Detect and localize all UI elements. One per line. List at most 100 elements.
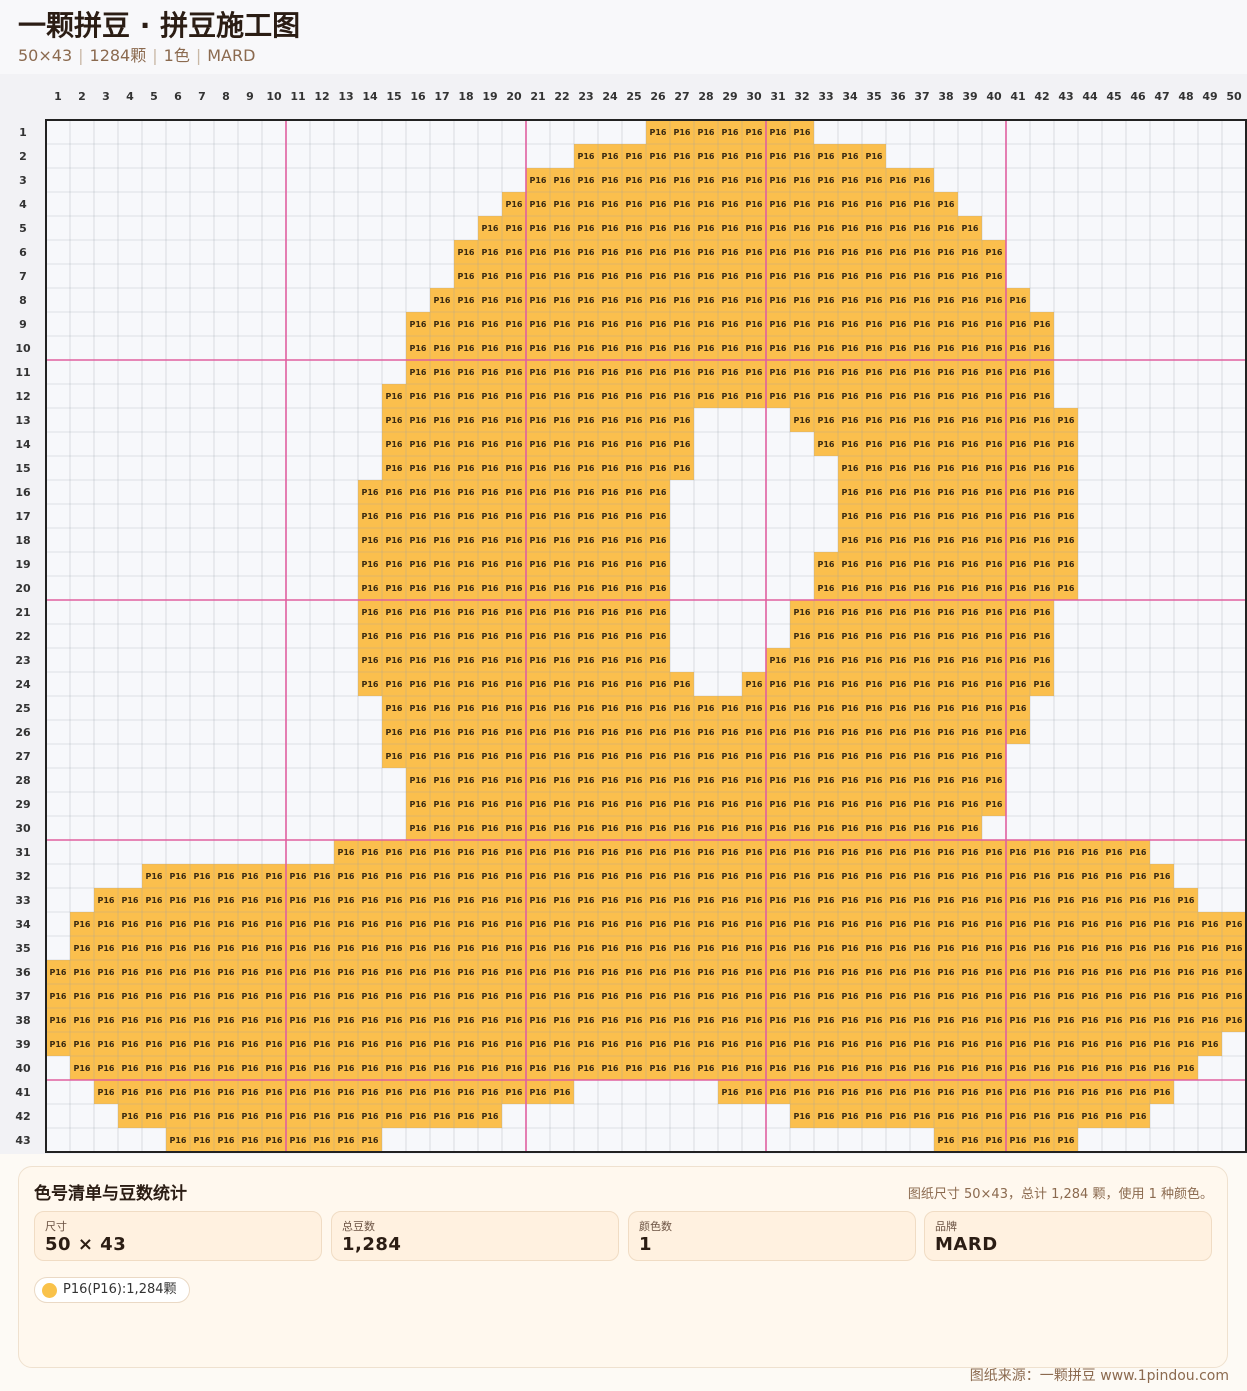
row-number: 11 bbox=[15, 366, 30, 379]
bead-code-label: P16 bbox=[578, 200, 595, 209]
bead-code-label: P16 bbox=[722, 176, 739, 185]
bead-code-label: P16 bbox=[170, 992, 187, 1001]
bead-code-label: P16 bbox=[794, 1040, 811, 1049]
bead-code-label: P16 bbox=[530, 1040, 547, 1049]
bead-code-label: P16 bbox=[818, 896, 835, 905]
bead-code-label: P16 bbox=[314, 1112, 331, 1121]
bead-code-label: P16 bbox=[1034, 944, 1051, 953]
bead-code-label: P16 bbox=[986, 1064, 1003, 1073]
bead-code-label: P16 bbox=[938, 296, 955, 305]
bead-grid[interactable]: 1 2 3 4 5 6 7 8 9 10 11 12 13 14 15 16 17 18 19 20 21 22 23 24 2… bbox=[0, 74, 1247, 1154]
bead-code-label: P16 bbox=[818, 968, 835, 977]
bead-code-label: P16 bbox=[362, 1016, 379, 1025]
bead-code-label: P16 bbox=[506, 560, 523, 569]
color-legend-chip[interactable]: P16(P16):1,284颗 bbox=[34, 1277, 190, 1303]
column-number: 48 bbox=[1178, 90, 1193, 103]
bead-code-label: P16 bbox=[986, 320, 1003, 329]
bead-code-label: P16 bbox=[578, 440, 595, 449]
bead-code-label: P16 bbox=[506, 512, 523, 521]
bead-code-label: P16 bbox=[266, 944, 283, 953]
bead-code-label: P16 bbox=[506, 536, 523, 545]
bead-code-label: P16 bbox=[434, 656, 451, 665]
bead-code-label: P16 bbox=[266, 1088, 283, 1097]
row-number: 34 bbox=[15, 918, 31, 931]
bead-code-label: P16 bbox=[626, 560, 643, 569]
bead-code-label: P16 bbox=[1106, 1088, 1123, 1097]
bead-code-label: P16 bbox=[986, 272, 1003, 281]
bead-code-label: P16 bbox=[866, 368, 883, 377]
bead-code-label: P16 bbox=[386, 680, 403, 689]
bead-code-label: P16 bbox=[458, 776, 475, 785]
bead-code-label: P16 bbox=[266, 968, 283, 977]
bead-code-label: P16 bbox=[818, 752, 835, 761]
bead-code-label: P16 bbox=[914, 992, 931, 1001]
bead-code-label: P16 bbox=[602, 632, 619, 641]
bead-code-label: P16 bbox=[458, 968, 475, 977]
bead-code-label: P16 bbox=[650, 200, 667, 209]
bead-code-label: P16 bbox=[866, 416, 883, 425]
bead-code-label: P16 bbox=[962, 464, 979, 473]
bead-code-label: P16 bbox=[506, 1064, 523, 1073]
bead-code-label: P16 bbox=[866, 1040, 883, 1049]
bead-code-label: P16 bbox=[1010, 344, 1027, 353]
stat-size: 尺寸 50 × 43 bbox=[34, 1211, 322, 1261]
bead-code-label: P16 bbox=[122, 1112, 139, 1121]
bead-code-label: P16 bbox=[722, 224, 739, 233]
bead-code-label: P16 bbox=[866, 992, 883, 1001]
bead-code-label: P16 bbox=[818, 224, 835, 233]
bead-code-label: P16 bbox=[314, 872, 331, 881]
bead-code-label: P16 bbox=[626, 992, 643, 1001]
bead-code-label: P16 bbox=[362, 560, 379, 569]
bead-code-label: P16 bbox=[602, 440, 619, 449]
bead-code-label: P16 bbox=[626, 800, 643, 809]
bead-code-label: P16 bbox=[578, 992, 595, 1001]
bead-code-label: P16 bbox=[626, 176, 643, 185]
bead-code-label: P16 bbox=[746, 824, 763, 833]
meta-bead-count: 1284颗 bbox=[89, 46, 147, 65]
bead-code-label: P16 bbox=[1058, 944, 1075, 953]
bead-code-label: P16 bbox=[1130, 896, 1147, 905]
meta-brand: MARD bbox=[207, 46, 256, 65]
bead-code-label: P16 bbox=[746, 896, 763, 905]
bead-code-label: P16 bbox=[914, 848, 931, 857]
bead-code-label: P16 bbox=[650, 896, 667, 905]
bead-code-label: P16 bbox=[122, 992, 139, 1001]
bead-code-label: P16 bbox=[650, 224, 667, 233]
bead-code-label: P16 bbox=[674, 992, 691, 1001]
bead-code-label: P16 bbox=[1202, 992, 1219, 1001]
bead-code-label: P16 bbox=[482, 992, 499, 1001]
bead-code-label: P16 bbox=[866, 296, 883, 305]
bead-code-label: P16 bbox=[1010, 872, 1027, 881]
bead-code-label: P16 bbox=[818, 152, 835, 161]
bead-code-label: P16 bbox=[1058, 584, 1075, 593]
bead-code-label: P16 bbox=[794, 296, 811, 305]
bead-code-label: P16 bbox=[1058, 920, 1075, 929]
bead-code-label: P16 bbox=[890, 944, 907, 953]
bead-code-label: P16 bbox=[314, 968, 331, 977]
bead-code-label: P16 bbox=[410, 896, 427, 905]
bead-code-label: P16 bbox=[842, 416, 859, 425]
bead-code-label: P16 bbox=[842, 152, 859, 161]
bead-code-label: P16 bbox=[1034, 680, 1051, 689]
bead-code-label: P16 bbox=[170, 968, 187, 977]
bead-code-label: P16 bbox=[482, 776, 499, 785]
bead-code-label: P16 bbox=[1034, 896, 1051, 905]
bead-code-label: P16 bbox=[914, 584, 931, 593]
bead-code-label: P16 bbox=[938, 344, 955, 353]
bead-code-label: P16 bbox=[266, 1040, 283, 1049]
bead-code-label: P16 bbox=[1106, 920, 1123, 929]
bead-code-label: P16 bbox=[650, 1040, 667, 1049]
bead-code-label: P16 bbox=[962, 1112, 979, 1121]
bead-code-label: P16 bbox=[1010, 368, 1027, 377]
bead-code-label: P16 bbox=[1034, 512, 1051, 521]
bead-code-label: P16 bbox=[266, 896, 283, 905]
bead-code-label: P16 bbox=[578, 272, 595, 281]
bead-code-label: P16 bbox=[746, 344, 763, 353]
bead-code-label: P16 bbox=[746, 1040, 763, 1049]
bead-code-label: P16 bbox=[842, 800, 859, 809]
bead-code-label: P16 bbox=[554, 248, 571, 257]
bead-code-label: P16 bbox=[938, 848, 955, 857]
bead-code-label: P16 bbox=[242, 944, 259, 953]
bead-code-label: P16 bbox=[170, 1112, 187, 1121]
bead-code-label: P16 bbox=[650, 560, 667, 569]
